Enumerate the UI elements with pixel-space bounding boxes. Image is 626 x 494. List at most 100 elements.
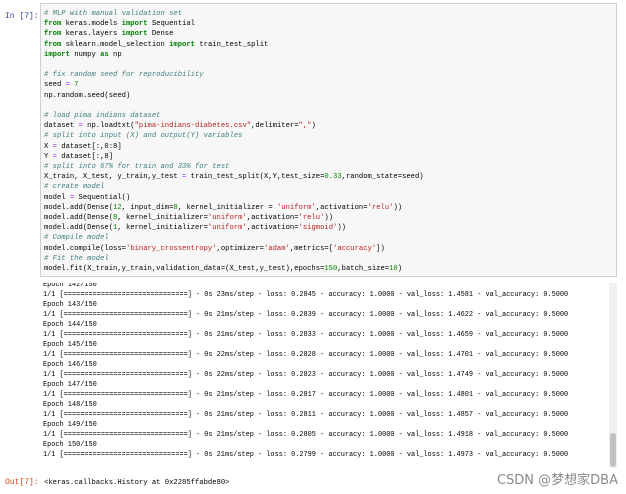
code-line: # split into 67% for train and 33% for t… [44,162,229,172]
code-line: # split into input (X) and output(Y) var… [44,131,242,141]
code-line: model.compile(loss='binary_crossentropy'… [44,244,385,254]
code-line: model = Sequential() [44,193,130,203]
code-token: train_test_split [195,40,269,49]
code-line: model.add(Dense(12, input_dim=8, kernel_… [44,203,402,213]
epoch-header: Epoch 142/150 [43,283,97,289]
code-token: 12 [113,203,122,212]
code-token: )) [324,214,334,222]
code-token: model.compile(loss= [44,244,126,253]
code-token: 150 [324,265,338,273]
code-token: import [169,40,195,49]
code-token: np.loadtxt( [82,122,135,131]
output-scrollbar[interactable] [609,283,617,468]
code-token: )) [337,224,346,233]
code-line: # fix random seed for reproducibility [44,70,204,80]
code-token: # MLP with manual validation set [44,10,183,18]
output-scrollbar-thumb[interactable] [610,433,616,467]
code-token: numpy [69,50,101,59]
code-line: model.fit(X_train,y_train,validation_dat… [44,264,402,274]
epoch-progress-line: 1/1 [==============================] - 0… [43,431,569,439]
code-line: X = dataset[:,0:8] [44,142,122,152]
code-token: ,activation= [246,214,299,222]
code-token: model.fit(X_train,y_train,validation_dat… [44,265,325,273]
code-token: ,batch_size= [337,265,390,273]
code-token: "," [298,122,312,131]
code-token: X_train, X_test, y_train,y_test [44,173,183,182]
code-token: import [44,50,70,59]
code-token: np [108,50,122,59]
code-token: , kernel_initializer = [177,203,277,212]
code-token: 'accuracy' [333,244,377,253]
code-token: 0.33 [324,173,342,182]
code-line: model.add(Dense(1, kernel_initializer='u… [44,223,346,233]
code-line: from keras.models import Sequential [44,19,195,29]
epoch-progress-line: 1/1 [==============================] - 0… [43,311,569,319]
watermark: CSDN @梦想家DBA [496,473,618,488]
code-token: import [121,20,148,29]
code-token: # load pima indians dataset [44,112,161,120]
code-token: dataset[:,8] [56,152,114,161]
epoch-progress-line: 1/1 [==============================] - 0… [43,371,569,379]
epoch-header: Epoch 146/150 [43,361,97,369]
epoch-header: Epoch 148/150 [43,401,97,409]
code-token: as [100,50,109,59]
epoch-header: Epoch 145/150 [43,341,97,349]
code-line: dataset = np.loadtxt("pima-indians-diabe… [44,121,316,131]
code-line: # load pima indians dataset [44,111,160,121]
code-cell-editor[interactable]: # MLP with manual validation set from ker… [40,3,617,277]
code-token: ) [311,122,316,131]
code-line: from sklearn.model_selection import trai… [44,40,268,50]
code-token: ,metrics=[ [289,244,334,253]
code-token: # fix random seed for reproducibility [44,71,204,80]
code-token: ,activation= [315,203,368,212]
code-token: dataset [44,122,79,131]
code-token: , input_dim= [121,203,174,212]
epoch-progress-line: 1/1 [==============================] - 0… [43,291,569,299]
code-line: np.random.seed(seed) [44,91,130,101]
code-line: Y = dataset[:,8] [44,152,113,162]
code-token: 'binary_crossentropy' [125,244,217,253]
code-line: # Fit the model [44,254,109,264]
code-token: 10 [389,265,398,273]
epoch-progress-line: 1/1 [==============================] - 0… [43,451,569,459]
code-token: model [44,193,70,202]
code-token: dataset[:,0:8] [56,142,122,151]
code-token: np.random.seed(seed) [44,91,131,100]
code-token: # split into input (X) and output(Y) var… [44,132,243,141]
code-token: keras.models [61,20,122,29]
code-token: from [44,40,62,49]
code-token: )) [393,203,403,212]
code-token: , kernel_initializer= [117,224,208,233]
epoch-progress-line: 1/1 [==============================] - 0… [43,411,569,419]
code-token: seed [44,81,66,90]
code-token: Sequential [147,20,195,29]
code-line: seed = 7 [44,80,79,90]
code-token: model.add(Dense( [44,214,114,222]
code-token: Y [44,152,53,161]
code-token: ,optimizer= [216,244,264,253]
output-prompt: Out[7]: [5,478,39,487]
code-token: X [44,142,53,151]
code-token: model.add(Dense( [44,203,114,212]
code-token: 'sigmoid' [298,224,338,233]
code-token: 'relu' [367,203,394,212]
code-token: Dense [147,30,174,39]
code-token: # create model [44,183,105,192]
code-token: ,activation= [246,224,299,233]
code-token: from [44,20,62,29]
code-token: model.add(Dense( [44,224,114,233]
output-result: <keras.callbacks.History at 0x2285ffabde… [44,479,230,487]
epoch-header: Epoch 144/150 [43,321,97,329]
code-token: ,random_state=seed) [341,173,424,182]
code-token: 'uniform' [207,224,247,233]
epoch-header: Epoch 143/150 [43,301,97,309]
code-token: 'relu' [298,214,325,222]
output-area[interactable]: Epoch 142/150 1/1 [======================… [40,283,617,468]
code-token: 'uniform' [276,203,316,212]
code-token: 7 [74,81,79,90]
code-token: ]) [376,244,385,253]
code-line: # MLP with manual validation set [44,9,182,19]
code-token: train_test_split(X,Y,test_size= [186,173,325,182]
code-token: Sequential() [74,193,131,202]
epoch-header: Epoch 147/150 [43,381,97,389]
